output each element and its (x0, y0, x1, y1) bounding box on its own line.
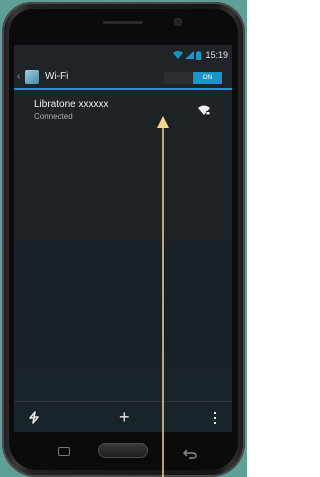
action-bar: ‹ Wi-Fi ON (14, 66, 232, 88)
front-camera (175, 19, 181, 25)
signal-icon (185, 51, 195, 59)
wifi-toggle[interactable]: ON (164, 72, 222, 84)
status-time: 15:19 (205, 50, 228, 60)
status-icons: 15:19 (173, 50, 228, 60)
earpiece-speaker (103, 21, 143, 24)
wifi-toggle-on-label: ON (193, 72, 222, 84)
add-icon[interactable]: + (119, 408, 130, 426)
phone-screen: 15:19 ‹ Wi-Fi ON Libratone xxxxxx Connec… (14, 45, 232, 432)
wifi-direct-icon[interactable] (28, 411, 40, 429)
wifi-icon (173, 51, 184, 59)
overflow-menu-icon[interactable] (213, 411, 217, 429)
status-bar: 15:19 (14, 48, 232, 64)
network-row[interactable]: Libratone xxxxxx Connected (14, 91, 232, 125)
bottom-bar: + (14, 401, 232, 433)
network-name: Libratone xxxxxx (34, 99, 109, 110)
wifi-lock-icon (198, 102, 210, 120)
page-title: Wi-Fi (45, 71, 69, 82)
recent-apps-key[interactable] (58, 447, 70, 456)
battery-icon (196, 50, 202, 60)
action-bar-divider (14, 88, 232, 90)
back-key-icon[interactable] (183, 446, 197, 464)
home-button[interactable] (98, 443, 148, 458)
network-status: Connected (34, 112, 73, 121)
up-navigation-icon[interactable]: ‹ (17, 71, 20, 83)
settings-app-icon[interactable] (25, 70, 39, 84)
